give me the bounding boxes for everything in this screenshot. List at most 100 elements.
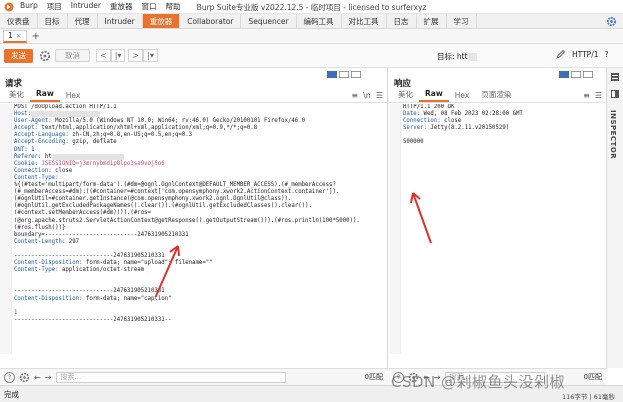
add-tab-button[interactable]: + [32, 31, 40, 42]
code-line: 11Content-Type: [0, 175, 387, 182]
watermark: CSDN @剁椒鱼头没剁椒 [391, 373, 566, 391]
main-tab[interactable]: Collaborator [180, 14, 242, 28]
code-line: 21 [0, 303, 387, 310]
settings-gear-icon[interactable] [38, 49, 51, 62]
menu-item[interactable]: Intruder [71, 1, 101, 12]
menu-item[interactable]: Burp [20, 1, 38, 12]
layout-toggle [327, 71, 361, 78]
http-version-button[interactable]: HTTP/1 [572, 50, 599, 59]
header-value: Jetty(8.2.11.v20150529) [426, 125, 510, 132]
header-value: JSESSIONID=j3mrnybmd1p8lpo3sa9voj5o6 [37, 160, 165, 167]
code-line: 17 [0, 274, 387, 281]
code-line: 7DNT: 1 [0, 147, 387, 154]
inspector-list-icon[interactable] [611, 73, 619, 81]
search-next-icon[interactable]: → [45, 373, 52, 382]
menu-icon[interactable]: ☰ [595, 91, 602, 100]
code-text: boundary=---------------------------2476… [14, 231, 189, 238]
response-view-tab[interactable]: Raw [419, 89, 449, 102]
layout-horizontal-button[interactable] [571, 71, 581, 78]
request-search-input[interactable]: 搜索... [56, 371, 287, 383]
main-tab[interactable]: 日志 [387, 14, 417, 28]
main-tab[interactable]: 扩展 [417, 14, 447, 28]
code-line: boundary=---------------------------2476… [0, 232, 387, 239]
header-name: Content-Disposition: [14, 295, 83, 302]
menu-item[interactable]: 项目 [47, 1, 62, 12]
code-line: %{(#test='multipart/form-data').(#dm=@og… [0, 182, 387, 232]
response-view-tab[interactable]: 页面渲染 [475, 89, 517, 102]
status-text: 完成 [4, 389, 19, 399]
header-name: Content-Disposition: [14, 260, 83, 267]
menu-item[interactable]: 帮助 [165, 1, 180, 12]
layout-vertical-button[interactable] [351, 71, 361, 78]
menu-item[interactable]: 窗口 [141, 1, 156, 12]
prev-dropdown-button[interactable]: |▾ [110, 49, 126, 62]
cancel-button[interactable]: 取消 [55, 49, 90, 62]
inspector-label[interactable]: INSPECTOR [609, 110, 617, 159]
response-view-tab[interactable]: 美化 [392, 89, 419, 102]
main-tab[interactable]: 学习 [447, 14, 477, 28]
request-view-tab[interactable]: Raw [30, 89, 60, 102]
header-name: DNT: [14, 146, 28, 153]
code-text: -----------------------------24763190521… [14, 316, 172, 323]
main-tab[interactable]: Sequencer [241, 14, 297, 28]
header-value: close [51, 167, 73, 174]
code-line: 20Content-Disposition: form-data; name="… [0, 296, 387, 303]
response-view-tab[interactable]: Hex [449, 91, 476, 102]
close-icon[interactable]: × [16, 32, 22, 40]
main-tab[interactable]: 目标 [38, 14, 68, 28]
help-icon[interactable]: ? [605, 50, 609, 59]
response-panel: 响应 美化RawHex页面渲染 ≡ ☰ 1HTTP/1.1 200 OK2Dat… [389, 68, 607, 368]
target-display: 目标: htt [437, 51, 477, 62]
layout-vertical-button[interactable] [583, 71, 593, 78]
next-button[interactable]: > [128, 49, 144, 62]
layout-horizontal-button[interactable] [339, 71, 349, 78]
request-editor[interactable]: 1POST /doUpload.action HTTP/1.12Host: xx… [0, 104, 387, 354]
newline-toggle-icon[interactable]: \n [363, 91, 371, 100]
layout-split-button[interactable] [559, 71, 569, 78]
search-prev-icon[interactable]: ← [34, 373, 41, 382]
header-name: Content-Type: [14, 267, 59, 274]
code-line: 10Connection: close [0, 168, 387, 175]
header-name: Cookie: [14, 160, 38, 167]
burp-logo-icon [4, 2, 14, 12]
header-value: gzip, deflate [68, 139, 117, 146]
request-title: 请求 [5, 79, 23, 89]
settings-gear-icon[interactable] [606, 16, 617, 27]
response-match-count: 0匹配 [583, 373, 602, 381]
wrap-lines-icon[interactable]: ≡ [351, 91, 358, 100]
main-tab[interactable]: Intruder [98, 14, 143, 28]
history-nav: < |▾ [96, 49, 126, 62]
menu-item[interactable]: 重放器 [110, 1, 133, 12]
layout-split-button[interactable] [327, 71, 337, 78]
wrap-lines-icon[interactable]: ≡ [583, 91, 590, 100]
response-title: 响应 [394, 79, 412, 89]
code-line: 5 [389, 132, 606, 139]
menu-icon[interactable]: ☰ [376, 91, 383, 100]
main-tab[interactable]: 代理 [68, 14, 98, 28]
code-line: 6500000 [389, 139, 606, 146]
header-value: ht [41, 153, 52, 160]
settings-gear-icon[interactable] [19, 372, 30, 383]
inspector-toggle-icon[interactable] [611, 90, 619, 98]
main-tab[interactable]: 编码工具 [297, 14, 342, 28]
code-text: %{(#test='multipart/form-data').(#dm=@og… [14, 182, 360, 231]
main-tab[interactable]: 仪表盘 [0, 14, 38, 28]
request-view-tab[interactable]: Hex [60, 91, 87, 102]
header-name: Accept-Encoding: [14, 139, 69, 146]
header-name: Content-Length: [14, 238, 66, 245]
repeater-tab-1[interactable]: 1 × [3, 29, 27, 43]
header-name: Accept: [14, 125, 38, 132]
next-dropdown-button[interactable]: |▾ [143, 49, 158, 62]
send-button[interactable]: 发送 [4, 48, 33, 63]
response-editor[interactable]: 1HTTP/1.1 200 OK2Date: Wed, 08 Feb 2023 … [389, 104, 606, 354]
request-view-tab[interactable]: 美化 [3, 89, 30, 102]
edit-pencil-icon[interactable] [556, 49, 566, 59]
main-tab[interactable]: 重放器 [142, 14, 181, 28]
main-tab[interactable]: 对比工具 [342, 14, 387, 28]
help-icon[interactable]: ? [4, 371, 15, 383]
header-name: User-Agent: [14, 118, 52, 125]
code-line: 8Referer: ht xxxxxxxxxxxxxxxxxxx [0, 153, 387, 161]
inspector-sidebar[interactable]: INSPECTOR [607, 68, 623, 368]
prev-button[interactable]: < [96, 49, 111, 62]
